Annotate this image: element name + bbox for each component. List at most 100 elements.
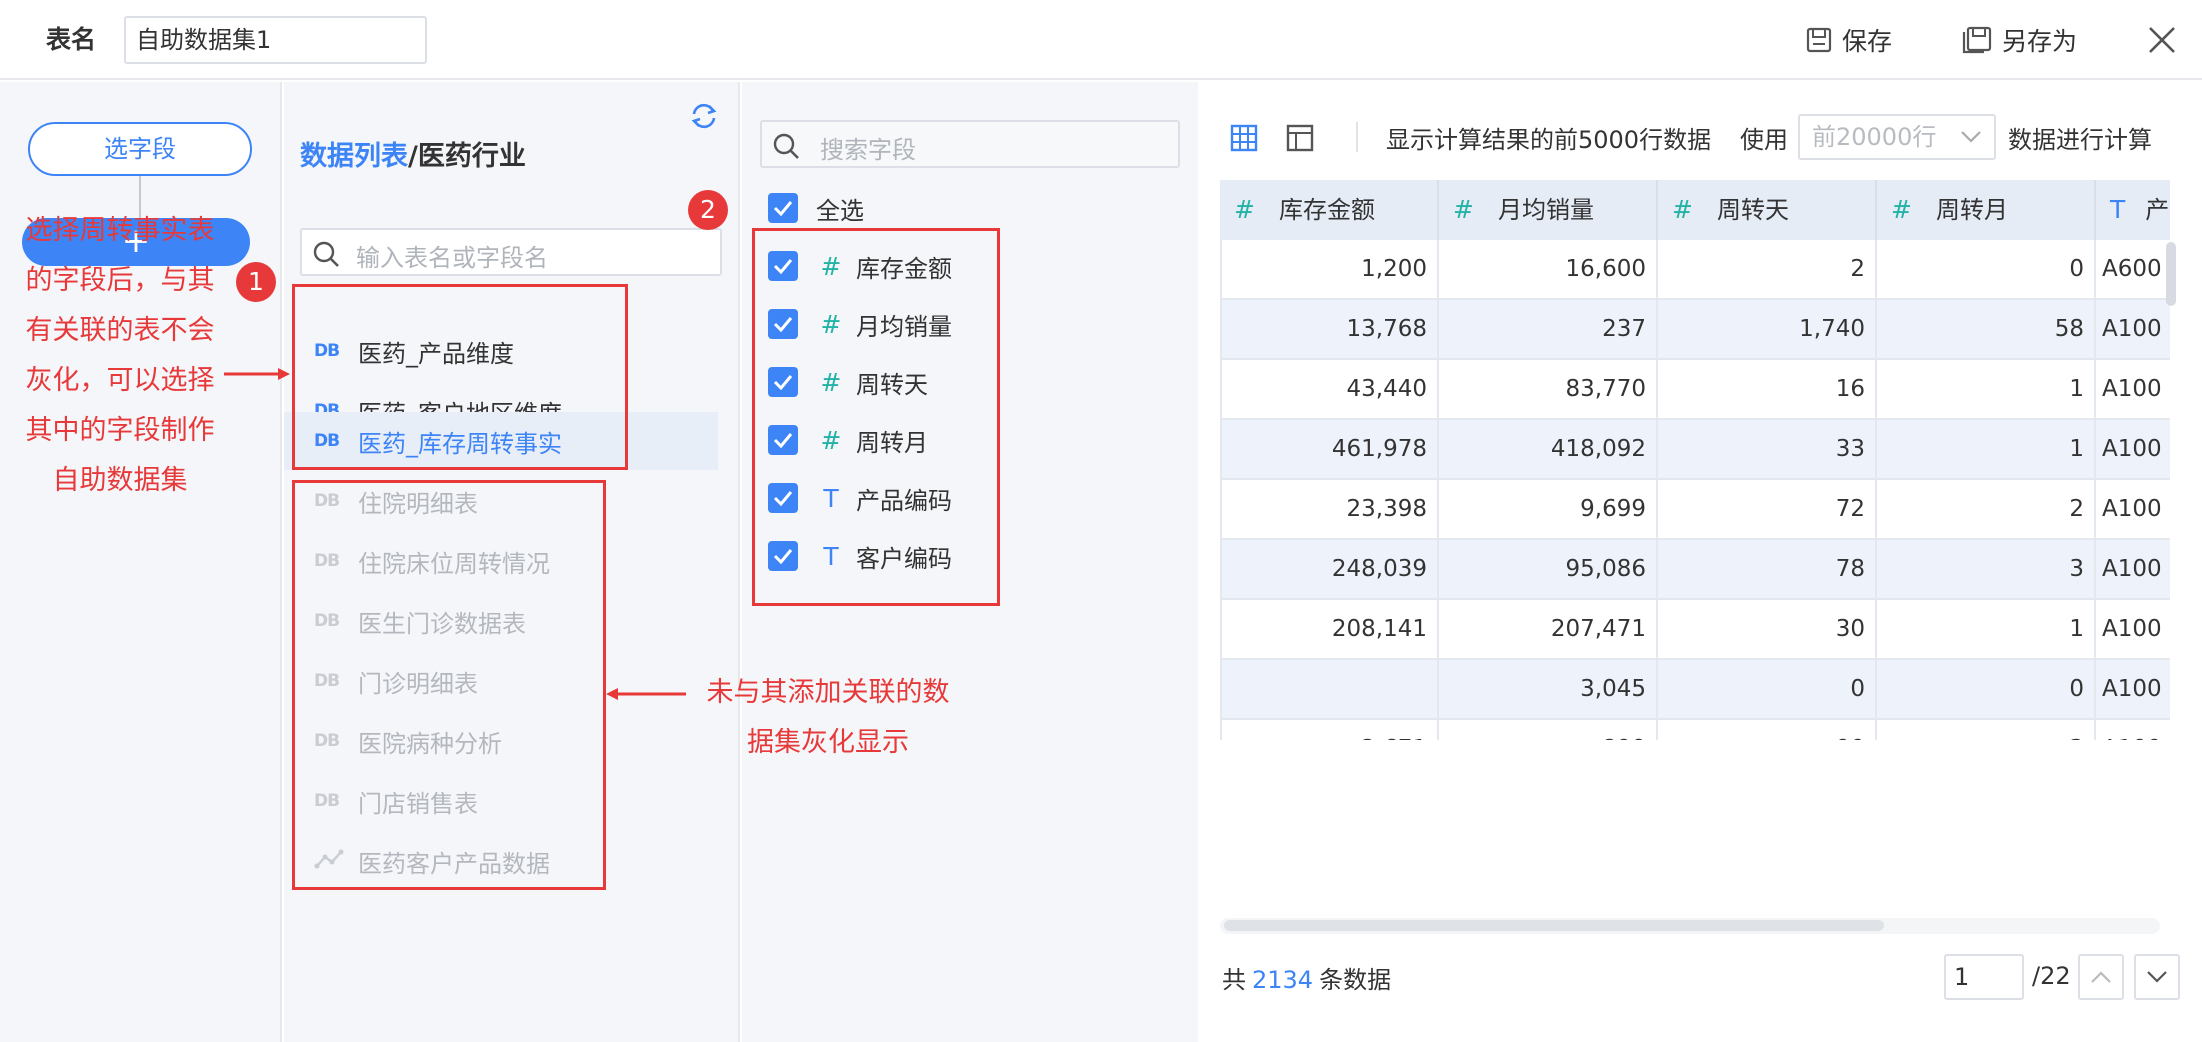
select-field-step[interactable]: 选字段 bbox=[28, 122, 252, 176]
table-cell: 90 bbox=[1658, 720, 1877, 740]
table-header-row: # 库存金额 # 月均销量 # 周转天 # 周转月 T产 bbox=[1220, 180, 2170, 240]
column-header-label: 产 bbox=[2145, 196, 2170, 224]
table-row: 23,398 9,699 72 2 A100 bbox=[1220, 480, 2170, 540]
table-cell: A100 bbox=[2096, 420, 2170, 480]
save-as-label: 另存为 bbox=[2002, 27, 2078, 56]
count-prefix: 共 bbox=[1222, 966, 1246, 994]
table-cell bbox=[1220, 660, 1439, 720]
chevron-down-icon bbox=[2147, 971, 2167, 983]
table-row: 13,768 237 1,740 58 A100 bbox=[1220, 300, 2170, 360]
table-cell: 1,200 bbox=[1220, 240, 1439, 300]
save-label: 保存 bbox=[1842, 27, 1893, 56]
table-cell: 16,600 bbox=[1439, 240, 1658, 300]
search-icon bbox=[773, 133, 799, 159]
table-cell: 1 bbox=[1877, 360, 2096, 420]
table-row: 248,039 95,086 78 3 A100 bbox=[1220, 540, 2170, 600]
field-search-input[interactable]: 搜索字段 bbox=[760, 120, 1180, 168]
table-cell: 23,398 bbox=[1220, 480, 1439, 540]
field-search-placeholder: 搜索字段 bbox=[820, 136, 916, 164]
table-cell: 9,699 bbox=[1439, 480, 1658, 540]
annotation-box-fields bbox=[752, 228, 1000, 606]
table-cell: A100 bbox=[2096, 600, 2170, 660]
save-as-button[interactable]: 另存为 bbox=[1962, 20, 2077, 60]
table-cell: 3 bbox=[1877, 540, 2096, 600]
table-cell: 1,740 bbox=[1658, 300, 1877, 360]
table-row: 2,671890903A100 bbox=[1220, 720, 2170, 740]
arrow-right-icon bbox=[224, 368, 290, 380]
rows-select[interactable]: 前20000行 bbox=[1798, 114, 1996, 160]
table-cell: 461,978 bbox=[1220, 420, 1439, 480]
rows-select-value: 前20000行 bbox=[1812, 123, 1937, 151]
chevron-down-icon bbox=[1961, 131, 1981, 143]
table-search-input[interactable]: 输入表名或字段名 bbox=[300, 228, 722, 276]
table-row: 3,045 0 0 A100 bbox=[1220, 660, 2170, 720]
table-cell: A100 bbox=[2096, 660, 2170, 720]
layout-view-icon[interactable] bbox=[1286, 124, 1314, 152]
data-list-link[interactable]: 数据列表 bbox=[300, 141, 408, 172]
table-cell: A100 bbox=[2096, 360, 2170, 420]
select-all-label: 全选 bbox=[816, 196, 864, 225]
table-view-icon[interactable] bbox=[1230, 124, 1258, 152]
table-cell: 30 bbox=[1658, 600, 1877, 660]
next-page-button[interactable] bbox=[2134, 954, 2180, 1000]
table-cell: 0 bbox=[1877, 660, 2096, 720]
table-list-title: 数据列表/医药行业 bbox=[300, 134, 526, 173]
table-cell: 237 bbox=[1439, 300, 1658, 360]
table-cell: 43,440 bbox=[1220, 360, 1439, 420]
table-cell: 33 bbox=[1658, 420, 1877, 480]
column-header[interactable]: T产 bbox=[2096, 180, 2170, 240]
vertical-scrollbar[interactable] bbox=[2166, 242, 2176, 306]
annotation-right-note: 未与其添加关联的数据集灰化显示 bbox=[706, 677, 950, 758]
horizontal-scrollbar[interactable] bbox=[1224, 920, 1884, 931]
save-button[interactable]: 保存 bbox=[1806, 20, 1892, 60]
number-type-icon: # bbox=[1453, 195, 1474, 224]
prev-page-button[interactable] bbox=[2078, 954, 2124, 1000]
checkbox-checked-icon bbox=[768, 193, 798, 223]
select-all-checkbox[interactable]: 全选 bbox=[768, 188, 864, 228]
table-name-label: 表名 bbox=[46, 25, 97, 54]
table-cell: 1 bbox=[1877, 420, 2096, 480]
annotation-left-note: 选择周转事实表的字段后，与其有关联的表不会灰化，可以选择其中的字段制作自助数据集 bbox=[25, 215, 215, 496]
annotation-box-disabled-tables bbox=[292, 480, 606, 890]
table-cell: A100 bbox=[2096, 480, 2170, 540]
column-header[interactable]: # 库存金额 bbox=[1220, 180, 1439, 240]
search-icon bbox=[313, 241, 339, 267]
toolbar-divider bbox=[1356, 122, 1358, 152]
number-type-icon: # bbox=[1891, 195, 1912, 224]
table-row: 1,200 16,600 2 0 A600 bbox=[1220, 240, 2170, 300]
calc-label: 数据进行计算 bbox=[2008, 126, 2152, 154]
count-suffix: 条数据 bbox=[1319, 966, 1392, 994]
table-cell: A600 bbox=[2096, 240, 2170, 300]
table-name-input[interactable]: 自助数据集1 bbox=[124, 16, 427, 64]
table-row: 461,978 418,092 33 1 A100 bbox=[1220, 420, 2170, 480]
table-cell: 207,471 bbox=[1439, 600, 1658, 660]
table-cell: 2,671 bbox=[1220, 720, 1439, 740]
column-header[interactable]: # 周转月 bbox=[1877, 180, 2096, 240]
table-row: 208,141 207,471 30 1 A100 bbox=[1220, 600, 2170, 660]
table-cell: 83,770 bbox=[1439, 360, 1658, 420]
page-total: /22 bbox=[2032, 962, 2071, 990]
header-bar: 表名 自助数据集1 保存 另存为 bbox=[0, 0, 2202, 80]
table-cell: A100 bbox=[2096, 720, 2170, 740]
table-cell: 248,039 bbox=[1220, 540, 1439, 600]
table-cell: 2 bbox=[1877, 480, 2096, 540]
table-cell: 13,768 bbox=[1220, 300, 1439, 360]
chevron-up-icon bbox=[2091, 971, 2111, 983]
close-icon[interactable] bbox=[2146, 24, 2178, 56]
table-cell: 0 bbox=[1877, 240, 2096, 300]
column-header-label: 周转天 bbox=[1716, 196, 1789, 224]
page-number-input[interactable]: 1 bbox=[1944, 954, 2024, 1000]
use-label: 使用 bbox=[1740, 126, 1788, 154]
table-cell: A100 bbox=[2096, 540, 2170, 600]
table-search-placeholder: 输入表名或字段名 bbox=[356, 244, 548, 272]
table-cell: 78 bbox=[1658, 540, 1877, 600]
title-separator: / bbox=[408, 141, 418, 172]
table-cell: 890 bbox=[1439, 720, 1658, 740]
refresh-icon[interactable] bbox=[688, 100, 720, 132]
count-value: 2134 bbox=[1252, 966, 1314, 994]
table-row: 43,440 83,770 16 1 A100 bbox=[1220, 360, 2170, 420]
save-as-icon bbox=[1962, 26, 1992, 54]
column-header[interactable]: # 月均销量 bbox=[1439, 180, 1658, 240]
text-type-icon: T bbox=[2110, 195, 2126, 224]
column-header[interactable]: # 周转天 bbox=[1658, 180, 1877, 240]
